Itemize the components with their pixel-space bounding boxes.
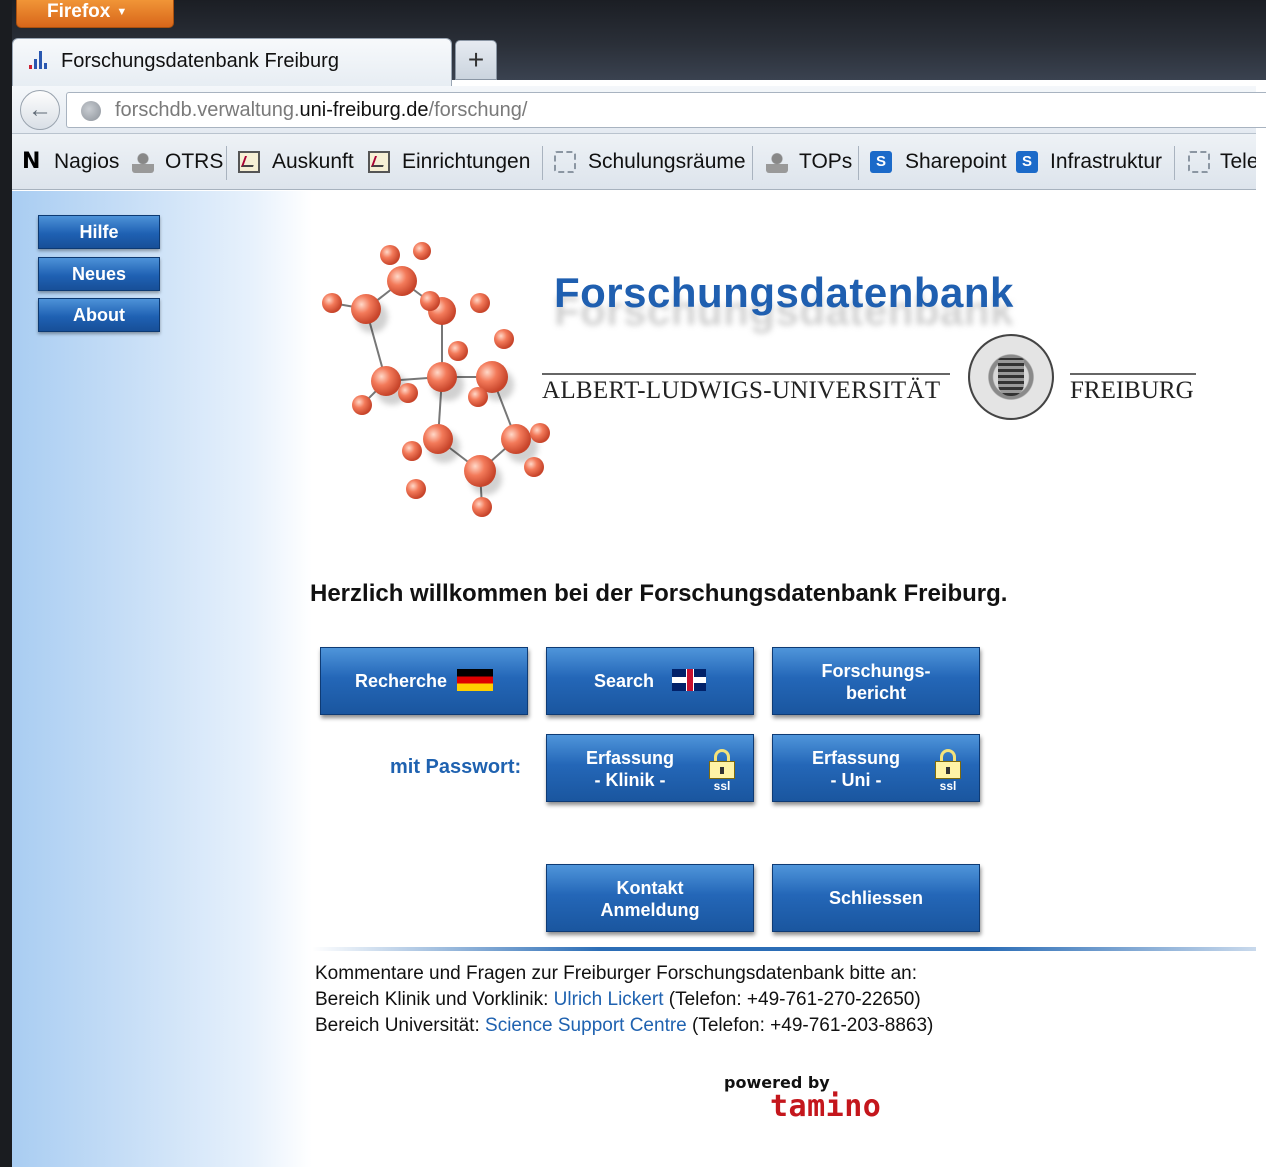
site-favicon-icon [27, 51, 51, 73]
person-icon [766, 151, 788, 173]
tab-title: Forschungsdatenbank Freiburg [61, 50, 339, 72]
chevron-down-icon: ▼ [116, 6, 128, 18]
footer-klinik-phone: (Telefon: +49-761-270-22650) [663, 989, 921, 1010]
url-bar[interactable]: forschdb.verwaltung.uni-freiburg.de/fors… [66, 92, 1266, 128]
chart-icon [238, 151, 260, 173]
ssl-label: ssl [939, 779, 957, 793]
bookmark-separator [1174, 146, 1175, 180]
page-icon [554, 151, 576, 173]
contact-link-science-support[interactable]: Science Support Centre [485, 1015, 687, 1036]
bookmark-separator [858, 146, 859, 180]
kontakt-label-1: Kontakt [616, 878, 684, 898]
bookmark-auskunft[interactable]: Auskunft [272, 150, 354, 174]
firefox-menu-button[interactable]: Firefox ▼ [16, 0, 174, 28]
university-name: ALBERT-LUDWIGS-UNIVERSITÄT [542, 377, 941, 404]
tab-forschungsdatenbank[interactable]: Forschungsdatenbank Freiburg [12, 38, 452, 86]
logo-title: Forschungsdatenbank [554, 269, 1014, 316]
chart-icon [368, 151, 390, 173]
footer-divider [312, 947, 1256, 951]
kontakt-anmeldung-button[interactable]: Kontakt Anmeldung [546, 864, 754, 932]
footer-line-2: Bereich Klinik und Vorklinik: Ulrich Lic… [315, 989, 921, 1011]
bookmark-sharepoint[interactable]: Sharepoint [905, 150, 1007, 174]
logo-rule-right [1070, 373, 1196, 375]
kontakt-label-2: Anmeldung [600, 900, 700, 920]
footer-line-1: Kommentare und Fragen zur Freiburger For… [315, 963, 917, 984]
bookmark-otrs[interactable]: OTRS [165, 150, 223, 174]
footer-uni-phone: (Telefon: +49-761-203-8863) [686, 1015, 934, 1036]
bookmark-einrichtungen[interactable]: Einrichtungen [402, 150, 530, 174]
url-prefix: forschdb.verwaltung. [115, 99, 300, 121]
url-domain: uni-freiburg.de [299, 99, 429, 121]
footer-line-3: Bereich Universität: Science Support Cen… [315, 1015, 933, 1037]
bookmark-schulungsraeume[interactable]: Schulungsräume [588, 150, 746, 174]
lock-icon: ssl [933, 747, 963, 793]
logo-rule-left [542, 373, 950, 375]
footer-uni-prefix: Bereich Universität: [315, 1015, 486, 1036]
new-tab-button[interactable]: + [455, 40, 497, 80]
erfassung-klinik-label-2: - Klinik - [594, 770, 666, 790]
lock-icon: ssl [707, 747, 737, 793]
bookmark-nagios[interactable]: Nagios [54, 150, 119, 174]
window-left-edge [0, 0, 12, 1167]
tamino-logo: tamino [770, 1089, 882, 1124]
bookmark-infrastruktur[interactable]: Infrastruktur [1050, 150, 1162, 174]
search-button[interactable]: Search [546, 647, 754, 715]
sidebar-button-neues[interactable]: Neues [38, 257, 160, 291]
person-icon [132, 151, 154, 173]
search-label: Search [593, 671, 655, 691]
uk-flag-icon [672, 669, 707, 691]
erfassung-uni-button[interactable]: Erfassung - Uni - ssl [772, 734, 980, 802]
sharepoint-icon: S [870, 151, 892, 173]
sharepoint-icon: S [1016, 151, 1038, 173]
navigation-bar: ← forschdb.verwaltung.uni-freiburg.de/fo… [12, 86, 1266, 134]
schliessen-label: Schliessen [828, 888, 924, 908]
bookmark-tops[interactable]: TOPs [799, 150, 852, 174]
arrow-left-icon: ← [28, 96, 52, 123]
sidebar-button-hilfe[interactable]: Hilfe [38, 215, 160, 249]
welcome-heading: Herzlich willkommen bei der Forschungsda… [310, 580, 1008, 607]
schliessen-button[interactable]: Schliessen [772, 864, 980, 932]
back-button[interactable]: ← [20, 90, 60, 130]
forschungsbericht-label-2: bericht [845, 683, 906, 703]
forschungsbericht-button[interactable]: Forschungs-bericht [772, 647, 980, 715]
recherche-button[interactable]: Recherche [320, 647, 528, 715]
university-seal-icon [968, 334, 1054, 420]
ssl-label: ssl [713, 779, 731, 793]
contact-link-lickert[interactable]: Ulrich Lickert [554, 989, 664, 1010]
globe-icon [81, 101, 101, 121]
bookmarks-toolbar: N Nagios OTRS Auskunft Einrichtungen Sch… [12, 134, 1256, 190]
password-label: mit Passwort: [390, 756, 522, 778]
page-icon [1188, 151, 1210, 173]
german-flag-icon [457, 669, 494, 691]
firefox-menu-label: Firefox [47, 1, 111, 22]
erfassung-klinik-button[interactable]: Erfassung - Klinik - ssl [546, 734, 754, 802]
molecule-logo [322, 242, 550, 517]
erfassung-uni-label-2: - Uni - [830, 770, 882, 790]
page-content: Hilfe Neues About Forschungsdatenbank AL… [12, 191, 1256, 1167]
url-path: /forschung/ [428, 99, 528, 121]
bookmark-separator [226, 146, 227, 180]
bookmark-separator [542, 146, 543, 180]
nagios-icon: N [22, 149, 41, 174]
erfassung-uni-label-1: Erfassung [811, 748, 901, 768]
url-text: forschdb.verwaltung.uni-freiburg.de/fors… [115, 99, 527, 122]
erfassung-klinik-label-1: Erfassung [585, 748, 675, 768]
bookmark-separator [752, 146, 753, 180]
footer-klinik-prefix: Bereich Klinik und Vorklinik: [315, 989, 554, 1010]
sidebar-button-about[interactable]: About [38, 298, 160, 332]
bookmark-tele[interactable]: Tele [1220, 150, 1256, 174]
university-city: FREIBURG [1070, 377, 1194, 404]
recherche-label: Recherche [354, 671, 448, 691]
forschungsbericht-label-1: Forschungs- [821, 661, 931, 681]
